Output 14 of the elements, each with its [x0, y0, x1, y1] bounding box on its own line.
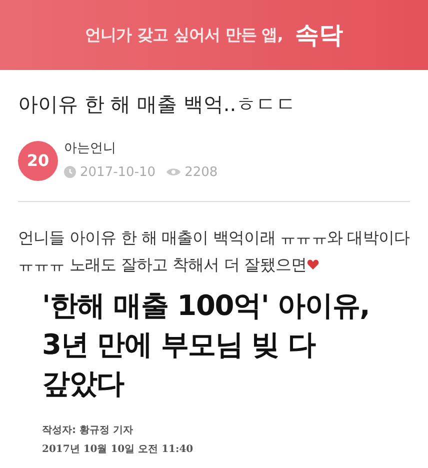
- article-timestamp: 2017년 10월 10일 오전 11:40: [42, 443, 194, 457]
- post-date: 2017-10-10: [80, 164, 156, 182]
- post-title: 아이유 한 해 매출 백억..ㅎㄷㄷ: [18, 92, 298, 117]
- brand-logo: 속닥: [294, 20, 343, 51]
- eye-icon: [166, 167, 181, 178]
- author-name: 아는언니: [64, 140, 117, 158]
- heart-icon: [306, 259, 319, 270]
- banner-tagline: 언니가 갖고 싶어서 만든 앱,: [85, 24, 283, 46]
- article-headline: '한해 매출 100억' 아이유, 3년 만에 부모님 빚 다 갚았다: [42, 288, 371, 402]
- post-body: 언니들 아이유 한 해 매출이 백억이래 ㅠㅠㅠ와 대박이다 ㅠㅠㅠ 노래도 잘하고 착해서 더 잘됐으면: [18, 227, 410, 276]
- clock-icon: [64, 166, 76, 178]
- author-badge: 20: [18, 140, 58, 180]
- article-byline: 작성자: 황규정 기자: [42, 424, 134, 438]
- view-count: 2208: [184, 164, 218, 182]
